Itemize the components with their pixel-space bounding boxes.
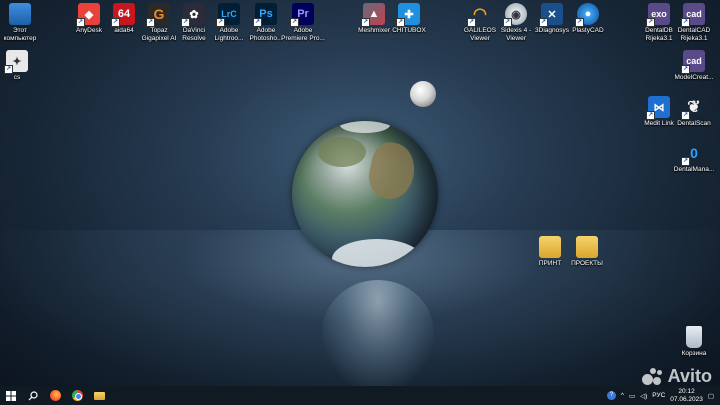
premiere-pro-icon: Pr ↗: [290, 3, 314, 27]
chevron-up-icon[interactable]: ^: [621, 392, 624, 399]
desktop-icon-label: DentalCAD Rijeka3.1: [677, 27, 711, 42]
volume-icon[interactable]: ◁): [640, 392, 647, 400]
plastycad-icon: ● ↗: [575, 3, 599, 27]
desktop-icon-plastycad[interactable]: ● ↗ PlastyCAD: [556, 3, 620, 35]
desktop: Этот компьютер ✦ ↗ cs ◆ ↗ AnyDesk 64 ↗ aida…: [0, 0, 720, 386]
moon-wallpaper: [410, 81, 436, 107]
exocad-dentalcad-icon: cad ↗: [681, 3, 705, 27]
desktop-icon-premiere[interactable]: Pr ↗ Adobe Premiere Pro...: [271, 3, 335, 42]
language-indicator[interactable]: РУС: [652, 392, 665, 399]
computer-icon: [9, 3, 31, 25]
desktop-icon-dentalscan[interactable]: ❦ ↗ DentalScan: [662, 96, 720, 128]
clock-date: 07.06.2023: [670, 395, 703, 403]
desktop-folder-projects[interactable]: ПРОЕКТЫ: [555, 236, 619, 268]
chrome-icon: [71, 390, 83, 401]
desktop-icon-modelcreator[interactable]: cad ↗ ModelCreat...: [662, 50, 720, 82]
avito-wordmark: Avito: [667, 366, 712, 386]
desktop-icon-label: cs: [13, 74, 21, 81]
earth-globe-wallpaper: [292, 121, 438, 267]
search-icon: [28, 390, 38, 400]
desktop-icon-label: DentalScan: [677, 120, 711, 127]
taskbar-firefox[interactable]: [44, 386, 66, 405]
network-icon[interactable]: ▭: [629, 392, 635, 400]
desktop-icon-dentalcad[interactable]: cad ↗ DentalCAD Rijeka3.1: [662, 3, 720, 42]
desktop-icon-cs[interactable]: ✦ ↗ cs: [0, 50, 49, 82]
start-button[interactable]: [0, 386, 22, 405]
folder-icon: [576, 236, 598, 258]
taskbar-file-explorer[interactable]: [88, 386, 110, 405]
desktop-icon-label: Adobe Premiere Pro...: [281, 27, 325, 42]
folder-icon: [93, 391, 105, 400]
desktop-icon-label: DentalMana...: [673, 166, 715, 173]
desktop-icon-label: ПРОЕКТЫ: [571, 260, 603, 267]
desktop-icon-label: Этот компьютер: [3, 27, 37, 42]
dental-manager-icon: 0 ↗: [681, 145, 698, 166]
tooth-icon: ❦ ↗: [681, 99, 701, 120]
windows-icon: [6, 390, 16, 401]
avito-watermark: Avito: [641, 366, 712, 387]
avito-logo-icon: [641, 367, 664, 386]
clock[interactable]: 20:12 07.06.2023: [670, 388, 703, 403]
taskbar: ? ^ ▭ ◁) РУС 20:12 07.06.2023 ▢: [0, 386, 720, 405]
recycle-bin-icon: [686, 326, 702, 348]
desktop-icon-chitubox[interactable]: ✚ ↗ CHITUBOX: [377, 3, 441, 35]
chitubox-icon: ✚ ↗: [396, 3, 420, 27]
taskbar-chrome[interactable]: [66, 386, 88, 405]
desktop-icon-dentalmanager[interactable]: 0 ↗ DentalMana...: [662, 142, 720, 174]
firefox-icon: [49, 390, 61, 401]
desktop-icon-label: PlastyCAD: [572, 27, 604, 34]
system-tray: ? ^ ▭ ◁) РУС 20:12 07.06.2023 ▢: [606, 386, 720, 405]
clock-time: 20:12: [678, 388, 695, 395]
desktop-icon-label: ModelCreat...: [674, 74, 714, 81]
notification-icon[interactable]: ▢: [708, 392, 714, 400]
desktop-icon-this-pc[interactable]: Этот компьютер: [0, 3, 52, 42]
desktop-icon-recycle-bin[interactable]: Корзина: [662, 326, 720, 358]
search-button[interactable]: [22, 386, 44, 405]
desktop-icon-label: CHITUBOX: [392, 27, 426, 34]
cs-game-icon: ✦ ↗: [4, 50, 28, 74]
earth-reflection: [322, 280, 434, 386]
exocad-modelcreator-icon: cad ↗: [681, 50, 705, 74]
help-icon[interactable]: ?: [606, 391, 616, 400]
desktop-icon-label: Корзина: [681, 350, 707, 357]
